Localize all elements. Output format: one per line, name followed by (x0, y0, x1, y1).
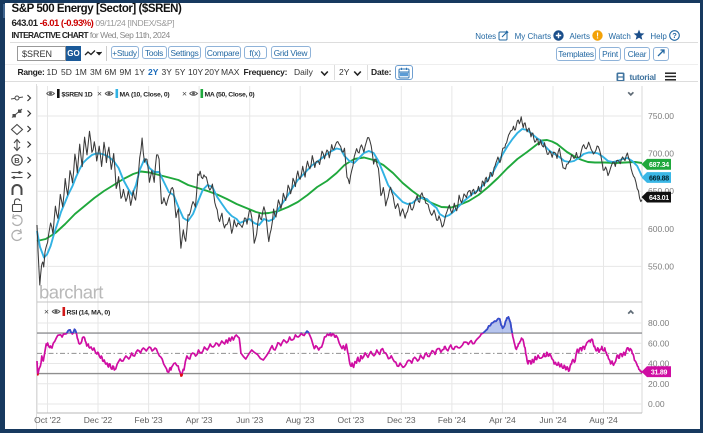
svg-text:$SREN 1D: $SREN 1D (62, 92, 93, 99)
svg-text:31.89: 31.89 (651, 370, 668, 377)
svg-text:Oct '22: Oct '22 (34, 415, 61, 425)
svg-text:Apr '23: Apr '23 (186, 415, 213, 425)
svg-text:Feb '24: Feb '24 (438, 415, 466, 425)
svg-text:Aug '23: Aug '23 (286, 415, 315, 425)
svg-text:550.00: 550.00 (648, 261, 674, 271)
svg-text:barchart: barchart (39, 282, 103, 303)
svg-text:687.34: 687.34 (649, 162, 669, 169)
svg-text:600.00: 600.00 (648, 224, 674, 234)
svg-text:20.00: 20.00 (648, 379, 670, 389)
svg-text:750.00: 750.00 (648, 111, 674, 121)
svg-text:MA (50, Close, 0): MA (50, Close, 0) (205, 92, 255, 99)
svg-text:Jun '23: Jun '23 (236, 415, 263, 425)
svg-text:60.00: 60.00 (648, 338, 670, 348)
svg-text:×: × (182, 89, 187, 99)
svg-text:RSI (14, MA, 0): RSI (14, MA, 0) (67, 310, 110, 317)
svg-text:Aug '24: Aug '24 (589, 415, 618, 425)
svg-text:B: B (14, 156, 20, 165)
svg-text:Dec '22: Dec '22 (84, 415, 113, 425)
svg-text:Apr '24: Apr '24 (489, 415, 516, 425)
svg-text:Feb '23: Feb '23 (135, 415, 163, 425)
svg-text:80.00: 80.00 (648, 318, 670, 328)
svg-text:×: × (97, 89, 102, 99)
svg-text:700.00: 700.00 (648, 149, 674, 159)
svg-text:Dec '23: Dec '23 (387, 415, 416, 425)
svg-text:Jun '24: Jun '24 (539, 415, 566, 425)
svg-text:669.88: 669.88 (649, 175, 669, 182)
svg-text:Oct '23: Oct '23 (337, 415, 364, 425)
svg-text:MA (10, Close, 0): MA (10, Close, 0) (120, 92, 170, 99)
svg-text:×: × (44, 307, 49, 317)
svg-text:0.00: 0.00 (648, 399, 665, 409)
svg-text:643.01: 643.01 (649, 195, 669, 202)
